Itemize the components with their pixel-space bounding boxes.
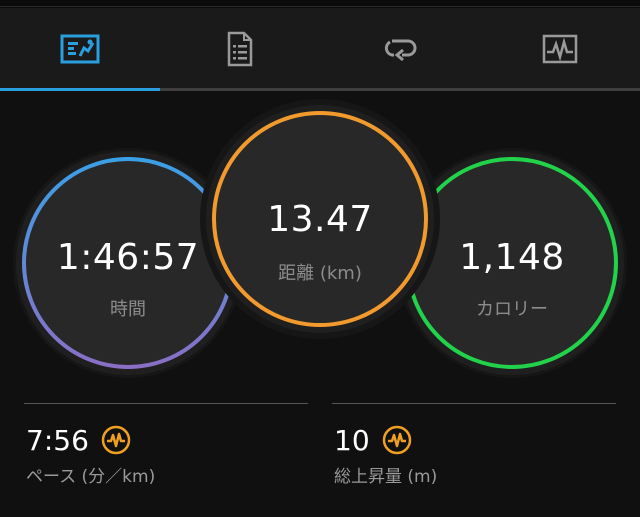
tab-summary[interactable] <box>0 8 160 90</box>
distance-ring[interactable]: 13.47 距離 (km) <box>206 105 434 333</box>
loop-icon <box>384 39 417 62</box>
chart-icon <box>542 34 578 64</box>
elevation-label: 総上昇量 (m) <box>334 467 438 487</box>
status-strip <box>0 0 640 8</box>
pace-stat[interactable]: 7:56 ペース (分／km) <box>24 403 308 487</box>
pace-value: 7:56 <box>26 423 89 457</box>
activity-summary-screen: 1:46:57 時間 1,148 カロリー 13.47 距離 (km) 7:56 <box>0 0 640 517</box>
elevation-stat[interactable]: 10 総上昇量 (m) <box>332 403 616 487</box>
tab-laps[interactable] <box>320 8 480 90</box>
tab-bar <box>0 8 640 90</box>
run-summary-icon <box>60 34 100 64</box>
distance-value: 13.47 <box>267 199 373 240</box>
tab-graphs[interactable] <box>480 8 640 90</box>
activity-wave-icon <box>382 425 411 455</box>
document-icon <box>227 31 253 67</box>
divider <box>332 403 616 404</box>
distance-label: 距離 (km) <box>278 263 362 284</box>
summary-rings: 1:46:57 時間 1,148 カロリー 13.47 距離 (km) <box>0 91 640 391</box>
activity-wave-icon <box>101 425 131 455</box>
pace-label: ペース (分／km) <box>26 467 156 487</box>
elevation-value: 10 <box>334 423 370 457</box>
divider <box>24 403 308 404</box>
tab-details[interactable] <box>160 8 320 90</box>
